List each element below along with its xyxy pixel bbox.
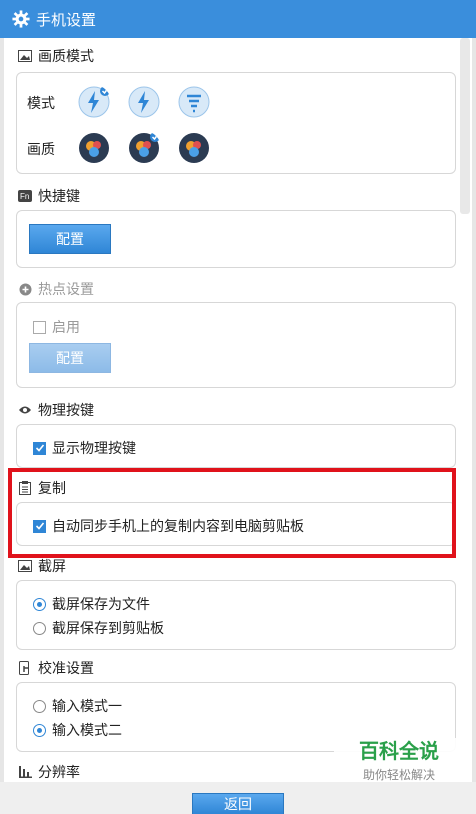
eye-icon xyxy=(18,403,32,417)
shortcut-box: 配置 xyxy=(16,210,456,268)
quality-mid-icon[interactable] xyxy=(127,131,161,165)
save-to-clipboard-radio[interactable]: 截屏保存到剪贴板 xyxy=(33,618,164,638)
svg-text:Fn: Fn xyxy=(20,192,29,201)
bars-icon xyxy=(18,765,32,779)
input-mode-2-label: 输入模式二 xyxy=(52,722,122,738)
input-mode-2-radio[interactable]: 输入模式二 xyxy=(33,720,122,740)
mode-2-icon[interactable] xyxy=(127,85,161,119)
section-shortcut-header: Fn 快捷键 xyxy=(18,186,80,206)
window-title: 手机设置 xyxy=(36,11,97,29)
hotspot-box: 启用 配置 xyxy=(16,302,456,388)
hotspot-enable-checkbox[interactable]: 启用 xyxy=(33,317,80,337)
screenshot-box: 截屏保存为文件 截屏保存到剪贴板 xyxy=(16,580,456,650)
mode-3-icon[interactable] xyxy=(177,85,211,119)
save-as-file-radio[interactable]: 截屏保存为文件 xyxy=(33,594,150,614)
touch-hand-icon xyxy=(18,661,32,675)
back-button[interactable]: 返回 xyxy=(192,793,284,814)
section-physical-keys-header: 物理按键 xyxy=(18,400,94,420)
input-mode-1-radio[interactable]: 输入模式一 xyxy=(33,696,122,716)
watermark-line2: 助你轻松解决 xyxy=(362,768,435,782)
quality-label: 画质 xyxy=(27,141,55,157)
image-icon xyxy=(18,49,32,63)
gear-icon xyxy=(12,10,30,28)
checkmark-icon xyxy=(33,441,46,455)
section-resolution-header: 分辨率 xyxy=(18,762,80,782)
input-mode-1-label: 输入模式一 xyxy=(52,698,122,714)
physical-keys-box: 显示物理按键 xyxy=(16,424,456,468)
save-to-clipboard-label: 截屏保存到剪贴板 xyxy=(52,620,164,636)
section-resolution-title: 分辨率 xyxy=(38,764,80,780)
section-shortcut-title: 快捷键 xyxy=(38,188,80,204)
quality-box: 模式 画质 xyxy=(16,72,456,174)
fn-key-icon: Fn xyxy=(18,189,32,203)
section-physical-keys-title: 物理按键 xyxy=(38,402,94,418)
shortcut-config-button[interactable]: 配置 xyxy=(29,224,111,254)
hotspot-config-button[interactable]: 配置 xyxy=(29,343,111,373)
plus-circle-icon xyxy=(18,282,32,296)
section-quality-title: 画质模式 xyxy=(38,48,94,64)
quality-low-icon[interactable] xyxy=(77,131,111,165)
scrollbar-thumb[interactable] xyxy=(460,38,470,214)
show-physical-keys-checkbox[interactable]: 显示物理按键 xyxy=(33,438,136,458)
window-titlebar: 手机设置 xyxy=(0,0,476,38)
mode-1-icon[interactable] xyxy=(77,85,111,119)
watermark-line1: 百科全说 xyxy=(359,741,439,763)
mode-label: 模式 xyxy=(27,95,55,111)
hotspot-enable-label: 启用 xyxy=(52,319,80,335)
section-calibration-header: 校准设置 xyxy=(18,658,94,678)
section-screenshot-title: 截屏 xyxy=(38,558,66,574)
section-hotspot-title: 热点设置 xyxy=(38,281,94,297)
highlight-frame xyxy=(8,468,456,558)
section-calibration-title: 校准设置 xyxy=(38,660,94,676)
show-physical-keys-label: 显示物理按键 xyxy=(52,440,136,456)
quality-high-icon[interactable] xyxy=(177,131,211,165)
section-hotspot-header: 热点设置 xyxy=(18,279,94,299)
section-quality-header: 画质模式 xyxy=(18,46,94,66)
section-screenshot-header: 截屏 xyxy=(18,556,66,576)
screenshot-icon xyxy=(18,559,32,573)
save-as-file-label: 截屏保存为文件 xyxy=(52,596,150,612)
